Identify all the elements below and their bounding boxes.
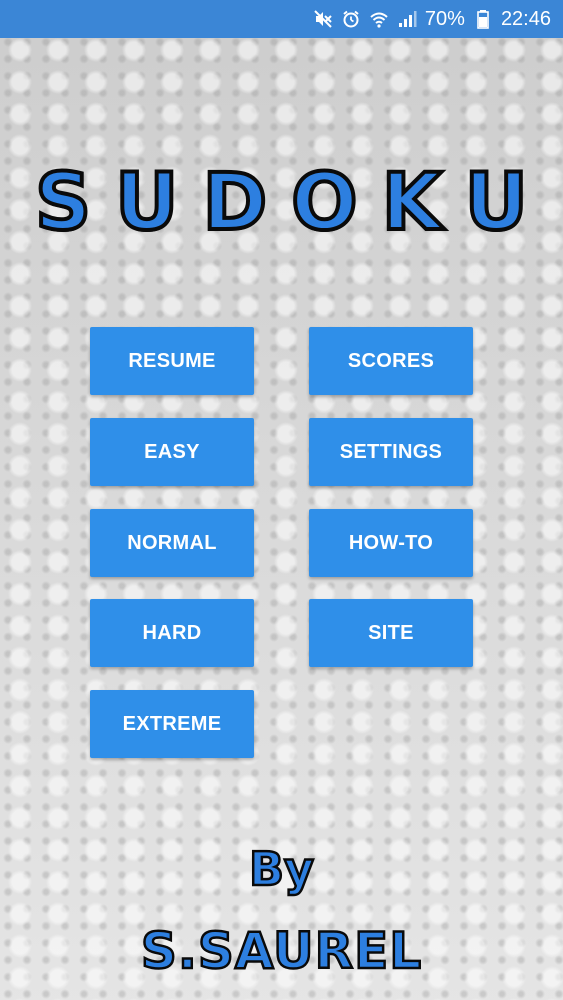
credit-author: S.SAUREL: [140, 921, 423, 982]
credit-by: By: [248, 841, 316, 898]
signal-icon: [397, 9, 417, 29]
easy-button[interactable]: EASY: [90, 418, 254, 486]
mute-icon: [313, 9, 333, 29]
hard-button[interactable]: HARD: [90, 599, 254, 667]
status-icons: 70% 22:46: [313, 0, 551, 38]
resume-button[interactable]: RESUME: [90, 327, 254, 395]
how-to-button[interactable]: HOW-TO: [309, 509, 473, 577]
extreme-button[interactable]: EXTREME: [90, 690, 254, 758]
alarm-icon: [341, 9, 361, 29]
app-title: SUDOKU: [33, 156, 552, 250]
site-button[interactable]: SITE: [309, 599, 473, 667]
battery-icon: [473, 9, 493, 29]
battery-percentage: 70%: [424, 8, 465, 30]
clock: 22:46: [500, 8, 551, 30]
scores-button[interactable]: SCORES: [309, 327, 473, 395]
status-bar: 70% 22:46: [0, 0, 563, 38]
screen: 70% 22:46 SUDOKU RESUME SCORES EASY SETT…: [0, 0, 563, 1000]
normal-button[interactable]: NORMAL: [90, 509, 254, 577]
wifi-icon: [369, 9, 389, 29]
settings-button[interactable]: SETTINGS: [309, 418, 473, 486]
